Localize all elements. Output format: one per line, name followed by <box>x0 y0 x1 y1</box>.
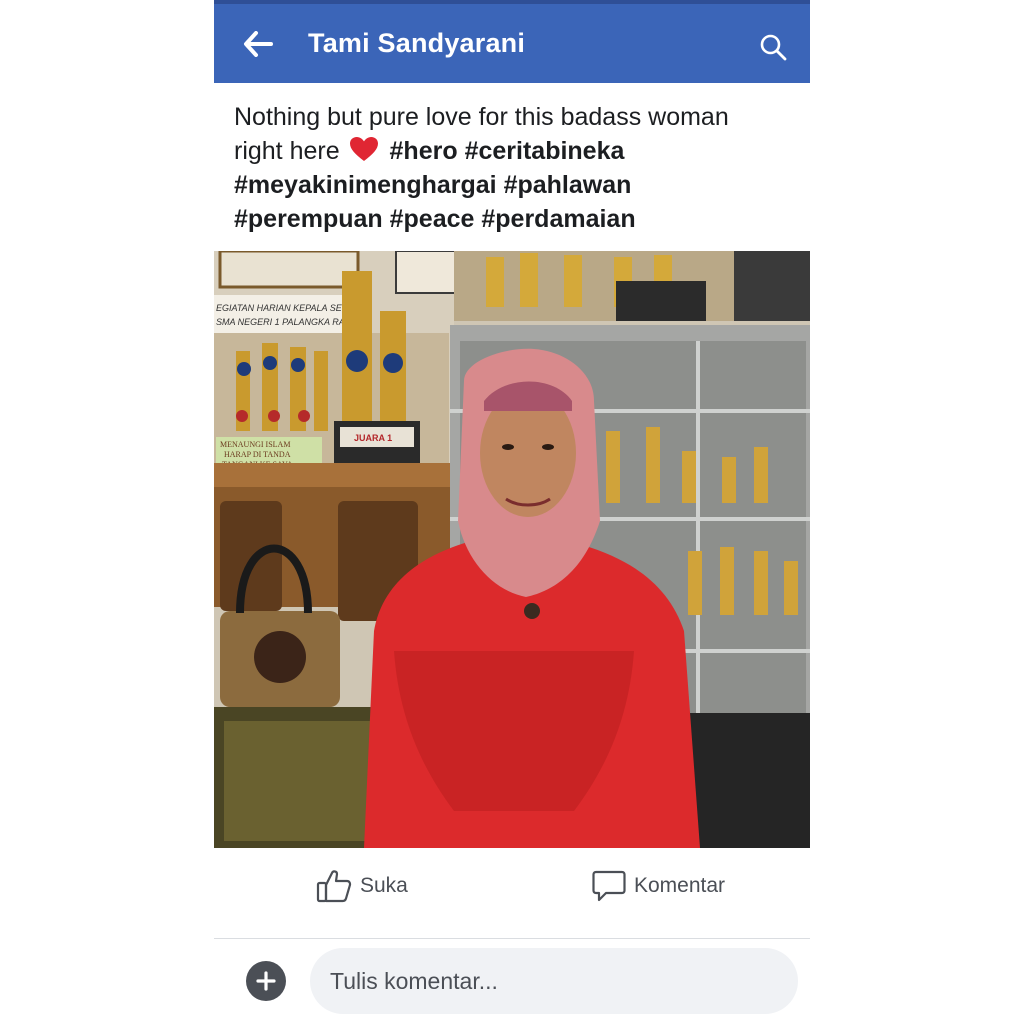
facebook-mobile-post-view: Tami Sandyarani Nothing but pure love fo… <box>214 0 810 1024</box>
page-title: Tami Sandyarani <box>308 28 526 58</box>
hashtag-link[interactable]: #perempuan <box>234 205 383 233</box>
post-action-bar: Suka Komentar <box>214 848 810 925</box>
post-caption: Nothing but pure love for this badass wo… <box>234 100 794 236</box>
arrow-left-icon <box>244 31 273 57</box>
like-button-label: Suka <box>360 874 408 897</box>
trophy-plate-text: JUARA 1 <box>354 433 392 443</box>
post-photo[interactable]: EGIATAN HARIAN KEPALA SEKOLA SMA NEGERI … <box>214 251 810 848</box>
search-button[interactable] <box>756 30 790 64</box>
section-divider <box>214 924 810 939</box>
comment-bubble-icon <box>592 870 626 902</box>
photo-woman-with-trophies: EGIATAN HARIAN KEPALA SEKOLA SMA NEGERI … <box>214 251 810 848</box>
comment-button-label: Komentar <box>634 874 726 897</box>
placard-text: HARAP DI TANDA <box>224 450 291 459</box>
caption-text: Nothing but pure love for this badass wo… <box>234 103 729 131</box>
caption-text-right-here: right here <box>234 137 340 165</box>
like-button[interactable]: Suka <box>316 868 408 904</box>
comment-composer <box>214 940 810 1024</box>
add-attachment-button[interactable] <box>246 961 286 1001</box>
search-icon <box>760 34 787 61</box>
back-button[interactable] <box>240 26 276 62</box>
comment-input[interactable] <box>310 948 798 1014</box>
hashtag-link[interactable]: #peace <box>390 205 475 233</box>
comment-button[interactable]: Komentar <box>592 868 725 904</box>
plus-icon <box>256 971 276 991</box>
banner-text: SMA NEGERI 1 PALANGKA RAYA <box>216 317 356 327</box>
hashtag-link[interactable]: #ceritabineka <box>465 137 625 165</box>
red-heart-icon <box>349 137 378 161</box>
hashtag-link[interactable]: #perdamaian <box>481 205 635 233</box>
hashtag-link[interactable]: #hero <box>390 137 458 165</box>
placard-text: MENAUNGI ISLAM <box>220 440 290 449</box>
hashtag-link[interactable]: #pahlawan <box>504 171 632 199</box>
thumbs-up-icon <box>316 870 352 903</box>
top-app-bar: Tami Sandyarani <box>214 0 810 83</box>
hashtag-link[interactable]: #meyakinimenghargai <box>234 171 497 199</box>
